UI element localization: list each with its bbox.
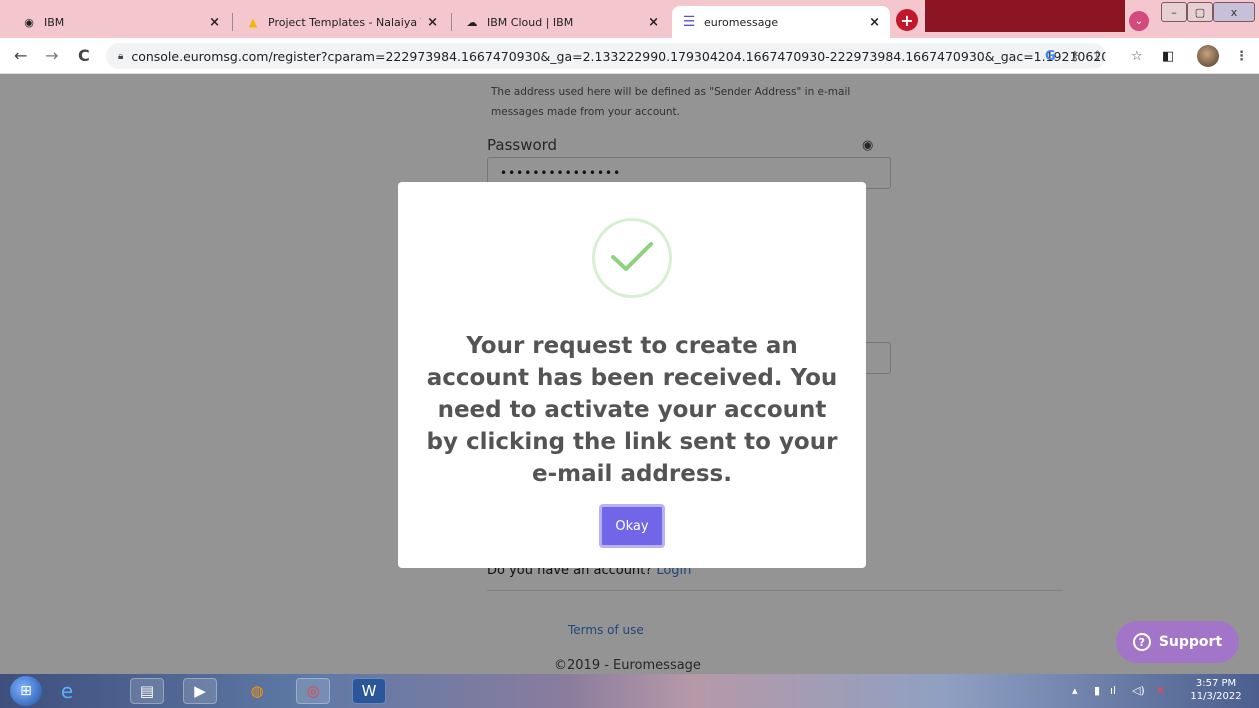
battery-icon[interactable]: ▮ [1094, 684, 1100, 697]
firefox-icon[interactable]: ◍ [240, 678, 274, 704]
check-mark-icon [611, 242, 653, 271]
tab-separator [232, 13, 233, 31]
volume-icon[interactable]: ◁) [1132, 684, 1145, 697]
side-panel-icon[interactable]: ◧ [1162, 49, 1174, 64]
titlebar-strip [925, 0, 1125, 32]
key-icon[interactable]: ⚷ [1070, 49, 1080, 64]
network-error-icon[interactable]: ✕ [1156, 684, 1165, 697]
question-icon: ? [1132, 633, 1151, 651]
support-button[interactable]: ? Support [1116, 621, 1239, 663]
word-icon[interactable]: W [352, 678, 386, 704]
ibm-cloud-icon: ☁ [466, 15, 478, 29]
google-drive-icon: ▲ [248, 15, 258, 29]
maximize-button[interactable]: ▢ [1187, 2, 1213, 22]
url-text: console.euromsg.com/register?cparam=2229… [131, 48, 1106, 64]
taskbar-clock[interactable]: 3:57 PM 11/3/2022 [1186, 677, 1246, 703]
tab-close-icon[interactable]: × [427, 15, 438, 30]
signal-icon[interactable]: ıl [1110, 684, 1116, 697]
tab-separator [451, 13, 452, 31]
euromessage-icon: ☰ [682, 14, 696, 30]
page-content: The address used here will be defined as… [0, 74, 1259, 674]
tray-arrow-icon[interactable]: ▴ [1072, 684, 1078, 697]
tab-euromessage[interactable]: ☰ euromessage × [672, 6, 890, 38]
share-icon[interactable]: ⇪ [1092, 49, 1103, 64]
file-explorer-icon[interactable]: ▤ [130, 678, 164, 704]
tab-close-icon[interactable]: × [648, 15, 659, 30]
start-button[interactable]: ⊞ [10, 676, 42, 706]
menu-icon[interactable]: ⋮ [1235, 49, 1248, 64]
lock-icon: 🔒︎ [118, 50, 124, 62]
globe-icon: ◉ [24, 15, 34, 29]
clock-time: 3:57 PM [1195, 678, 1237, 689]
success-check-icon [592, 218, 672, 298]
success-message: Your request to create an account has be… [426, 333, 838, 487]
new-tab-button[interactable]: + [896, 9, 918, 31]
windows-taskbar: ⊞ e ▤ ▶ ◍ ◎ W ▴ ▮ ıl ◁) ✕ [0, 674, 1259, 708]
minimize-button[interactable]: – [1161, 2, 1187, 22]
window-close-button[interactable]: x [1213, 2, 1255, 22]
tab-close-icon[interactable]: × [209, 15, 220, 30]
profile-avatar[interactable] [1197, 45, 1219, 67]
internet-explorer-icon[interactable]: e [50, 678, 84, 704]
forward-button[interactable]: → [45, 46, 58, 65]
star-icon[interactable]: ☆ [1131, 49, 1143, 64]
media-player-icon[interactable]: ▶ [183, 678, 217, 704]
tab-search-button[interactable]: ⌄ [1129, 11, 1149, 31]
browser-toolbar: ← → C 🔒︎ console.euromsg.com/register?cp… [0, 38, 1259, 74]
google-lens-icon[interactable]: G [1045, 49, 1056, 64]
tab-close-icon[interactable]: × [869, 15, 880, 30]
clock-date: 11/3/2022 [1190, 691, 1242, 702]
browser-titlebar: ◉ IBM × ▲ Project Templates - Nalaiya Th… [0, 0, 1259, 38]
address-bar[interactable]: 🔒︎ console.euromsg.com/register?cparam=2… [106, 43, 1106, 69]
success-dialog: Your request to create an account has be… [398, 182, 866, 568]
tab-ibm-cloud[interactable]: ☁ IBM Cloud | IBM × [455, 6, 669, 38]
chrome-icon[interactable]: ◎ [296, 678, 330, 704]
tab-project-templates[interactable]: ▲ Project Templates - Nalaiya Thira × [236, 6, 448, 38]
tab-ibm[interactable]: ◉ IBM × [12, 6, 230, 38]
okay-button[interactable]: Okay [599, 504, 665, 548]
back-button[interactable]: ← [14, 46, 27, 65]
reload-button[interactable]: C [78, 46, 90, 65]
